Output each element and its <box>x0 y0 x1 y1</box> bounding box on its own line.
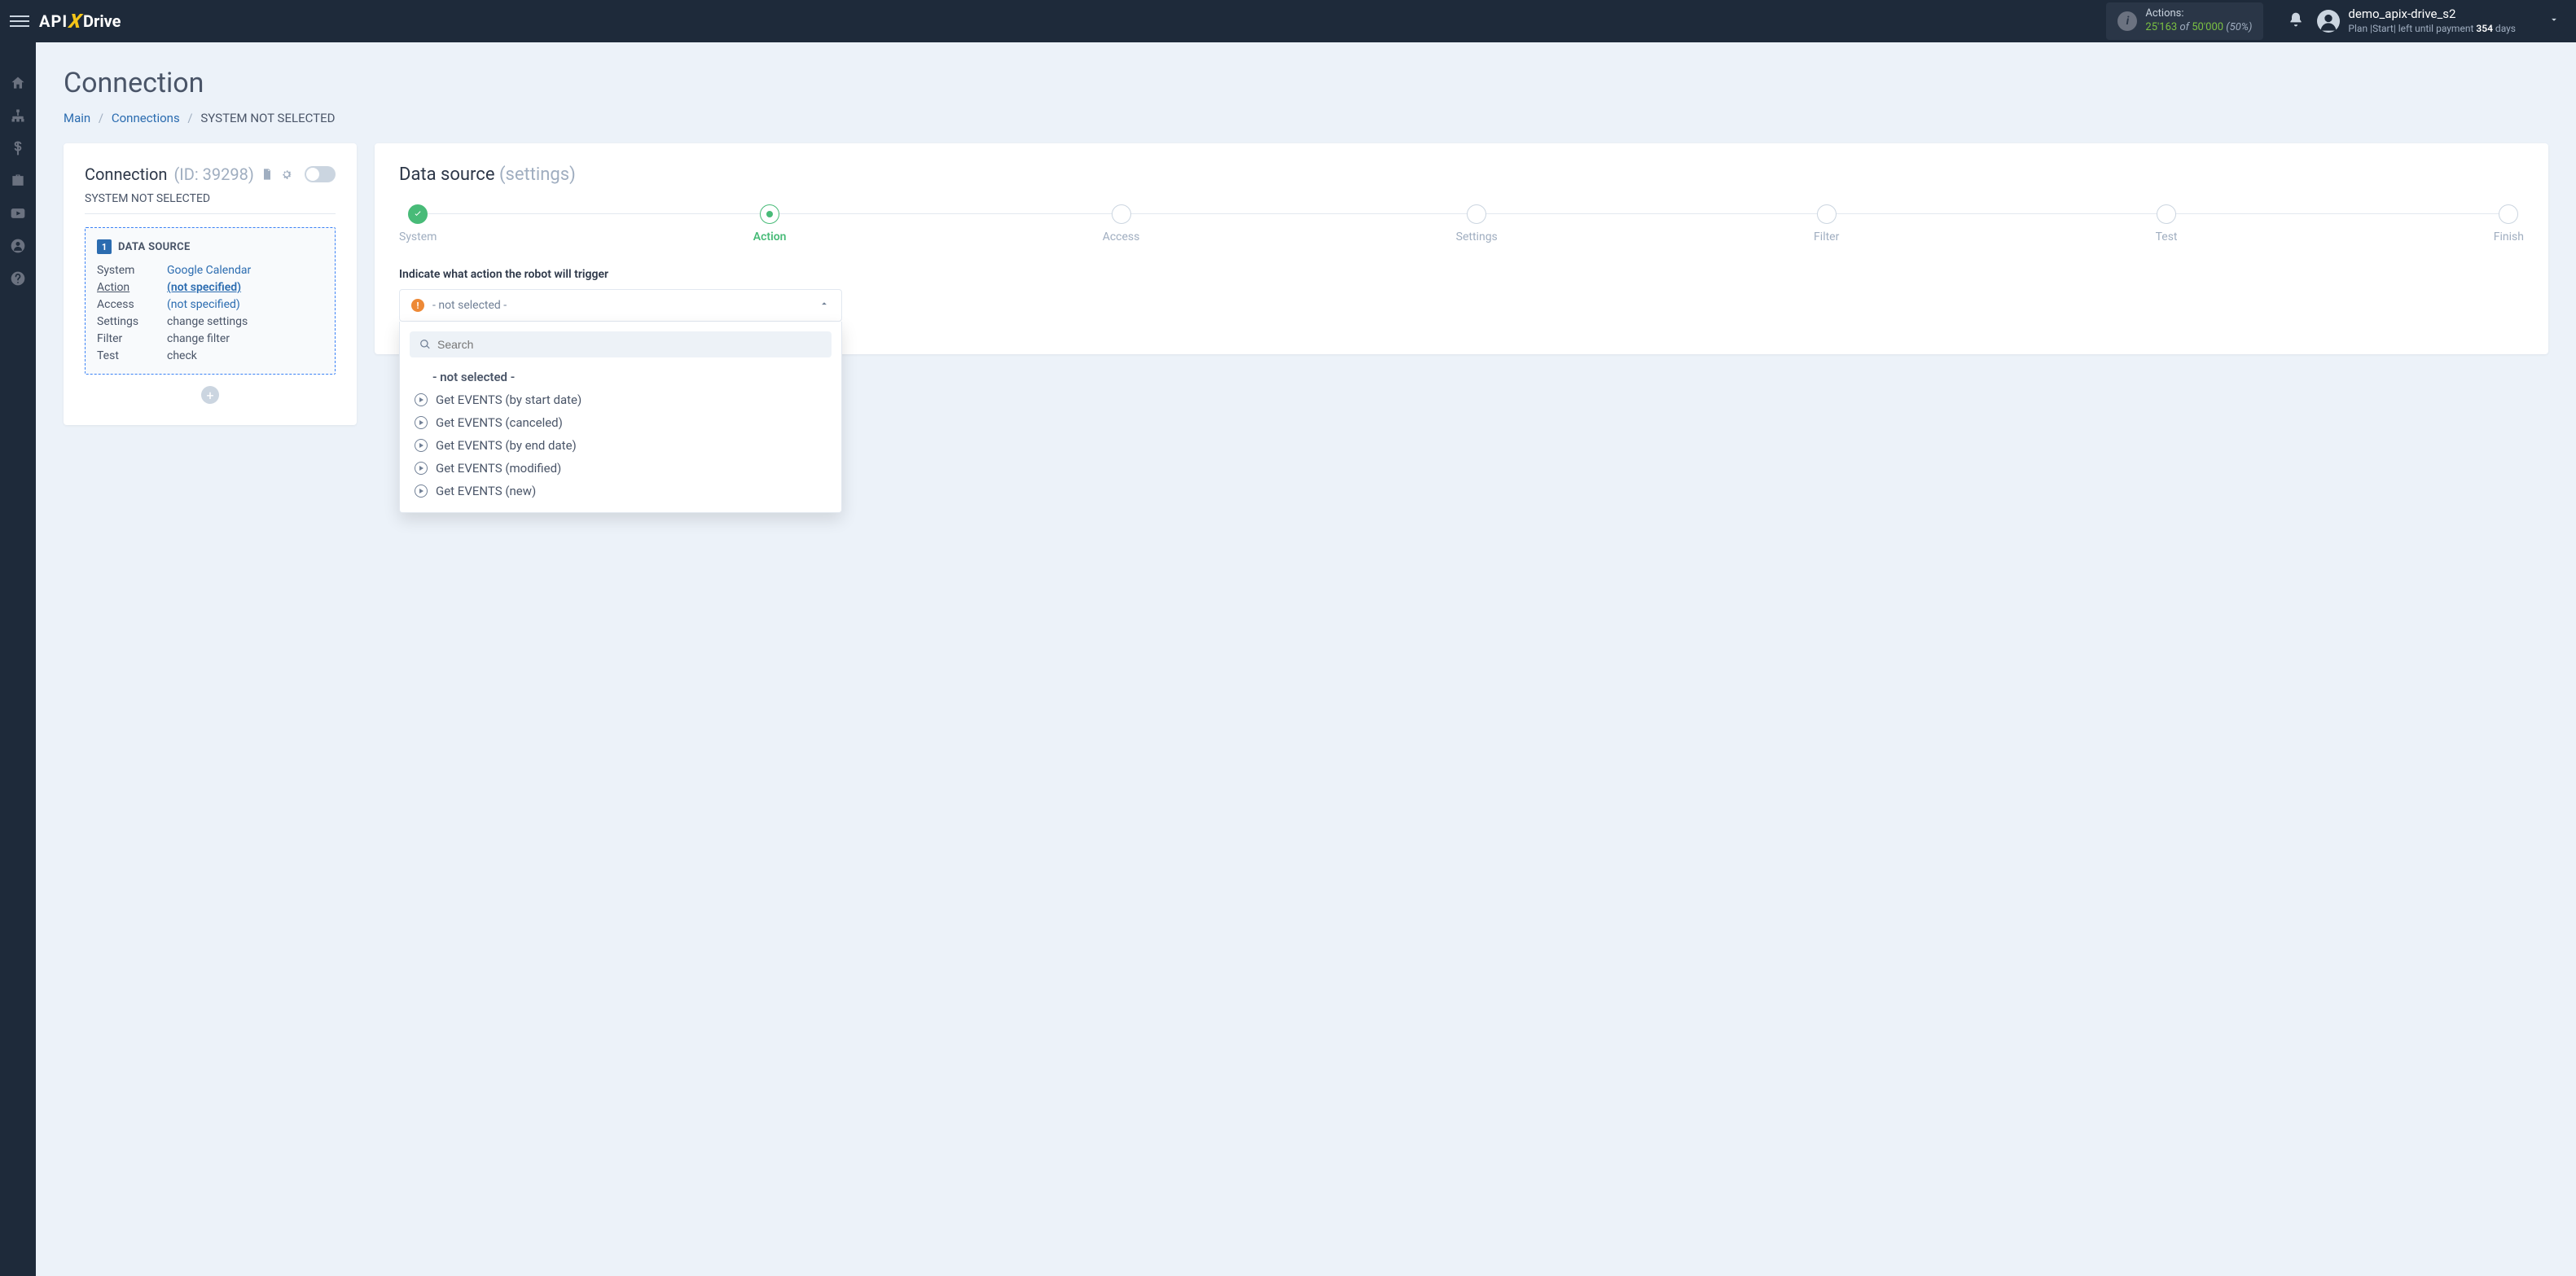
actions-pct: (50%) <box>2226 21 2252 33</box>
step-action[interactable]: Action <box>753 204 787 243</box>
dollar-icon[interactable] <box>10 140 26 156</box>
option-modified[interactable]: Get EVENTS (modified) <box>410 457 832 480</box>
breadcrumb-current: SYSTEM NOT SELECTED <box>200 111 335 125</box>
warning-icon: ! <box>411 299 424 312</box>
ds-filter-value[interactable]: change filter <box>167 332 323 345</box>
user-menu[interactable]: demo_apix-drive_s2 Plan |Start| left unt… <box>2317 7 2516 35</box>
plan-days-word: days <box>2495 23 2516 34</box>
connection-subtitle: SYSTEM NOT SELECTED <box>85 192 336 214</box>
data-source-settings-card: Data source (settings) System Action <box>375 143 2548 354</box>
logo[interactable]: APIXDrive <box>39 10 121 33</box>
actions-of: of <box>2179 21 2189 33</box>
connection-card: Connection (ID: 39298) SYSTEM NOT SELECT… <box>64 143 357 425</box>
data-source-box[interactable]: 1 DATA SOURCE System Google Calendar Act… <box>85 227 336 375</box>
data-source-number: 1 <box>97 239 112 254</box>
add-button[interactable]: + <box>201 386 219 404</box>
youtube-icon[interactable] <box>10 205 26 221</box>
ds-test-value[interactable]: check <box>167 349 323 362</box>
document-icon[interactable] <box>261 168 274 181</box>
right-subtitle: (settings) <box>499 164 576 185</box>
bell-icon <box>2288 11 2304 28</box>
help-icon[interactable] <box>10 270 26 287</box>
connection-title: Connection <box>85 164 167 184</box>
ds-settings-key: Settings <box>97 315 167 328</box>
plan-days: 354 <box>2476 23 2493 34</box>
expand-user-menu[interactable] <box>2548 14 2560 29</box>
step-system[interactable]: System <box>399 204 437 243</box>
select-value: - not selected - <box>432 299 810 312</box>
play-icon <box>415 462 428 475</box>
actions-count: 25'163 <box>2145 21 2177 33</box>
actions-label: Actions: <box>2145 7 2252 21</box>
play-icon <box>415 485 428 498</box>
search-box[interactable] <box>410 331 832 357</box>
step-test[interactable]: Test <box>2156 204 2178 243</box>
ds-action-value[interactable]: (not specified) <box>167 281 323 294</box>
home-icon[interactable] <box>10 75 26 91</box>
connection-id: (ID: 39298) <box>173 164 253 184</box>
gear-icon[interactable] <box>280 168 293 181</box>
connection-toggle[interactable] <box>305 166 336 182</box>
notifications-button[interactable] <box>2288 11 2304 31</box>
page-title: Connection <box>64 67 2548 99</box>
play-icon <box>415 393 428 406</box>
search-icon <box>419 339 431 350</box>
data-source-title: DATA SOURCE <box>118 241 191 253</box>
logo-part1: API <box>39 11 68 31</box>
option-by-end-date[interactable]: Get EVENTS (by end date) <box>410 434 832 457</box>
info-icon: i <box>2117 11 2137 31</box>
option-by-start-date[interactable]: Get EVENTS (by start date) <box>410 388 832 411</box>
username: demo_apix-drive_s2 <box>2348 7 2516 23</box>
ds-access-value[interactable]: (not specified) <box>167 298 323 311</box>
logo-x-icon: X <box>68 10 83 33</box>
stepper: System Action Access Settings <box>399 204 2524 243</box>
ds-filter-key: Filter <box>97 332 167 345</box>
step-access[interactable]: Access <box>1103 204 1140 243</box>
play-icon <box>415 439 428 452</box>
breadcrumb-main[interactable]: Main <box>64 111 90 125</box>
search-input[interactable] <box>437 338 822 351</box>
ds-system-value[interactable]: Google Calendar <box>167 264 323 277</box>
step-finish[interactable]: Finish <box>2494 204 2524 243</box>
field-label: Indicate what action the robot will trig… <box>399 268 2524 281</box>
actions-counter[interactable]: i Actions: 25'163 of 50'000 (50%) <box>2106 2 2263 40</box>
sitemap-icon[interactable] <box>10 107 26 124</box>
action-dropdown: - not selected - Get EVENTS (by start da… <box>399 322 842 513</box>
breadcrumb: Main / Connections / SYSTEM NOT SELECTED <box>64 111 2548 125</box>
step-settings[interactable]: Settings <box>1456 204 1498 243</box>
sidebar <box>0 42 36 1276</box>
plan-prefix: Plan |Start| left until payment <box>2348 23 2473 34</box>
menu-button[interactable] <box>10 11 29 31</box>
action-select[interactable]: ! - not selected - <box>399 289 842 322</box>
chevron-up-icon <box>818 298 830 313</box>
ds-test-key: Test <box>97 349 167 362</box>
chevron-down-icon <box>2548 14 2560 25</box>
option-not-selected[interactable]: - not selected - <box>410 366 832 388</box>
user-circle-icon[interactable] <box>10 238 26 254</box>
option-canceled[interactable]: Get EVENTS (canceled) <box>410 411 832 434</box>
ds-action-key: Action <box>97 281 167 294</box>
ds-settings-value[interactable]: change settings <box>167 315 323 328</box>
ds-access-key: Access <box>97 298 167 311</box>
user-icon <box>2317 10 2340 33</box>
content: Connection Main / Connections / SYSTEM N… <box>36 42 2576 1276</box>
check-icon <box>413 209 423 219</box>
briefcase-icon[interactable] <box>10 173 26 189</box>
option-new[interactable]: Get EVENTS (new) <box>410 480 832 502</box>
logo-part3: Drive <box>83 11 121 31</box>
right-title: Data source <box>399 164 495 185</box>
play-icon <box>415 416 428 429</box>
breadcrumb-connections[interactable]: Connections <box>112 111 180 125</box>
ds-system-key: System <box>97 264 167 277</box>
topbar: APIXDrive i Actions: 25'163 of 50'000 (5… <box>0 0 2576 42</box>
actions-total: 50'000 <box>2192 21 2223 33</box>
step-filter[interactable]: Filter <box>1814 204 1839 243</box>
